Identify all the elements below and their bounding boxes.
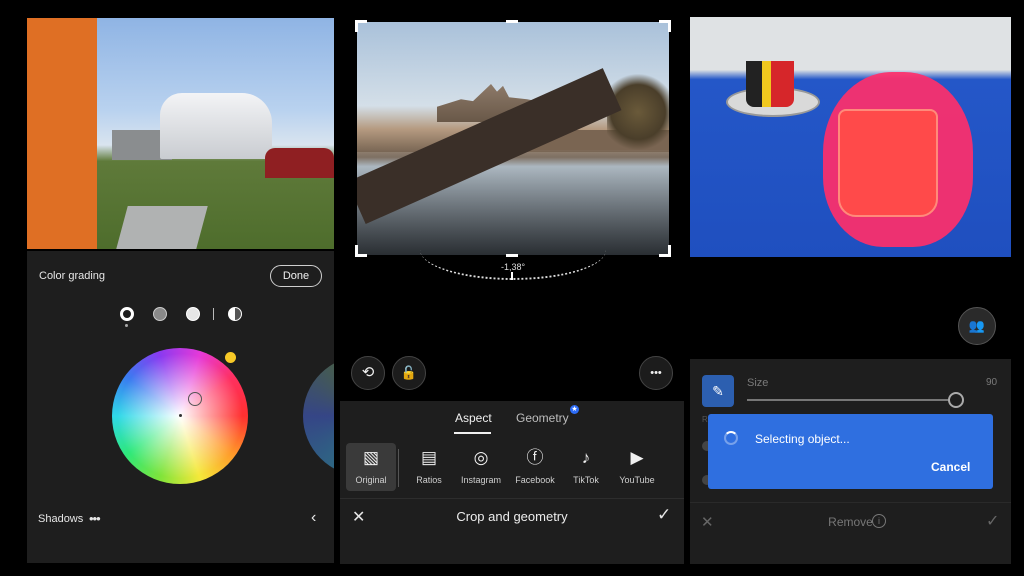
photo-building [160, 93, 272, 159]
tiktok-icon: ♪ [581, 448, 591, 467]
tab-geometry[interactable]: Geometry [516, 411, 569, 425]
crop-handle-top-right[interactable] [659, 20, 671, 32]
rotate-icon: ⟲ [361, 364, 375, 381]
crop-handle-top[interactable] [506, 20, 518, 23]
tab-aspect[interactable]: Aspect [455, 411, 492, 425]
people-icon: 👥 [968, 318, 986, 333]
photo-cup [746, 61, 794, 107]
auto-straighten-button[interactable]: ⟲ [351, 356, 385, 390]
rotation-dial-marker [511, 272, 513, 280]
crop-handle-bottom-right[interactable] [659, 245, 671, 257]
rotation-angle: -1,38° [501, 262, 526, 272]
done-button[interactable]: Done [270, 265, 322, 287]
image-icon: ▧ [362, 448, 380, 467]
size-slider-thumb[interactable] [947, 392, 964, 408]
photo-mug [838, 109, 938, 217]
size-slider[interactable] [747, 399, 957, 401]
tone-global-button[interactable] [228, 307, 242, 321]
aspect-option-instagram[interactable]: ◎ Instagram [456, 443, 506, 485]
remove-footer: ✕ Remove i ✓ [690, 502, 1011, 564]
chevron-left-icon[interactable]: ‹ [311, 509, 316, 527]
color-grading-title: Color grading [39, 270, 106, 282]
brush-tool-button[interactable]: ✎ [702, 375, 734, 407]
color-grading-photo [27, 18, 334, 249]
ratios-icon: ▤ [420, 448, 438, 467]
aspect-option-label: Ratios [416, 475, 442, 485]
dialog-message: Selecting object... [755, 432, 850, 446]
tab-aspect-underline [454, 432, 491, 434]
instagram-icon: ◎ [473, 448, 489, 467]
selecting-object-dialog: Selecting object... Cancel [708, 414, 993, 489]
aspect-option-youtube[interactable]: ▶ YouTube [612, 443, 662, 485]
next-color-wheel[interactable] [303, 356, 334, 476]
size-value: 90 [986, 377, 998, 388]
tone-shadows-button[interactable] [120, 307, 134, 321]
photo-path [116, 206, 208, 249]
spinner-icon [724, 431, 738, 445]
color-wheel-center [179, 414, 182, 417]
eraser-icon: ✎ [712, 383, 724, 399]
options-divider [398, 449, 399, 487]
section-label: Shadows [38, 513, 84, 525]
aspect-option-label: Original [355, 475, 387, 485]
facebook-icon: ⓕ [526, 448, 544, 467]
tone-midtones-button[interactable] [153, 307, 167, 321]
aspect-option-tiktok[interactable]: ♪ TikTok [561, 443, 611, 485]
unlock-icon: 🔓 [400, 365, 418, 380]
aspect-option-label: YouTube [619, 475, 655, 485]
confirm-icon[interactable]: ✓ [657, 505, 671, 525]
aspect-option-facebook[interactable]: ⓕ Facebook [510, 443, 560, 485]
size-label: Size [747, 377, 769, 389]
new-badge-icon: ★ [570, 405, 579, 414]
selected-tone-indicator [125, 324, 128, 327]
photo-sculpture [27, 18, 97, 249]
aspect-option-label: Instagram [460, 475, 502, 485]
aspect-option-label: TikTok [573, 475, 599, 485]
color-wheel-handle[interactable] [188, 392, 202, 406]
crop-handle-bottom-left[interactable] [355, 245, 367, 257]
tone-highlights-button[interactable] [186, 307, 200, 321]
color-grading-panel: Color grading Done Shadows ••• ‹ [27, 251, 334, 563]
remove-people-button[interactable]: 👥 [958, 307, 996, 345]
more-icon: ••• [650, 367, 662, 379]
aspect-option-ratios[interactable]: ▤ Ratios [404, 443, 454, 485]
crop-panel: Aspect Geometry ★ ▧ Original ▤ Ratios ◎ … [340, 401, 684, 564]
more-icon[interactable]: ••• [89, 511, 101, 526]
aspect-option-original[interactable]: ▧ Original [346, 443, 396, 491]
tone-divider [213, 308, 214, 320]
crop-footer: ✕ Crop and geometry ✓ [340, 498, 684, 564]
remove-footer-title: Remove [828, 515, 873, 529]
remove-photo[interactable] [690, 17, 1011, 257]
more-options-button[interactable]: ••• [639, 356, 673, 390]
option-label: R [702, 415, 708, 424]
crop-handle-top-left[interactable] [355, 20, 367, 32]
confirm-icon[interactable]: ✓ [986, 511, 999, 531]
youtube-icon: ▶ [630, 448, 644, 467]
aspect-option-label: Facebook [515, 475, 555, 485]
lock-aspect-button[interactable]: 🔓 [392, 356, 426, 390]
crop-footer-title: Crop and geometry [456, 509, 568, 524]
cancel-button[interactable]: Cancel [931, 460, 970, 474]
info-icon[interactable]: i [872, 514, 886, 528]
photo-hedge [265, 148, 334, 178]
luminance-handle[interactable] [225, 352, 236, 363]
